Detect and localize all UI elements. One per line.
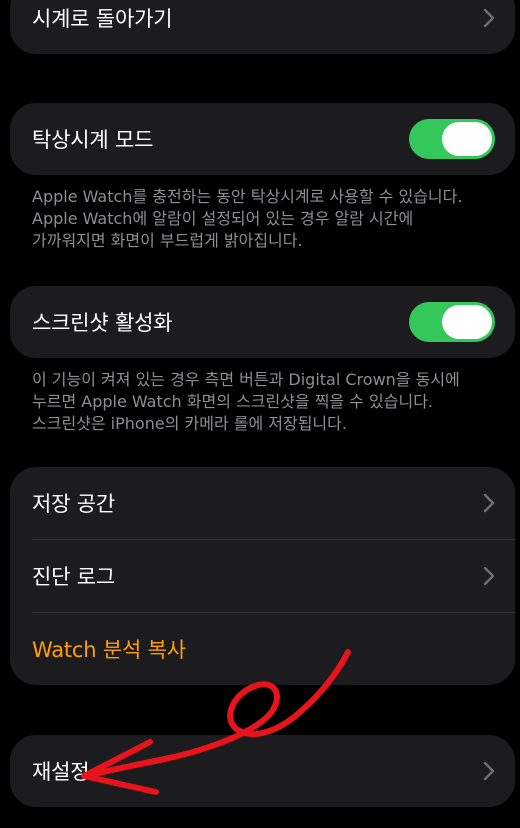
- reset-card: 재설정: [10, 735, 515, 807]
- nightstand-mode-description: Apple Watch를 충전하는 동안 탁상시계로 사용할 수 있습니다. A…: [32, 186, 502, 252]
- enable-screenshot-row: 스크린샷 활성화: [10, 286, 515, 358]
- screenshot-note-line: 이 기능이 켜져 있는 경우 측면 버튼과 Digital Crown을 동시에: [32, 370, 460, 389]
- screenshot-description: 이 기능이 켜져 있는 경우 측면 버튼과 Digital Crown을 동시에…: [32, 369, 502, 435]
- diagnostic-logs-label: 진단 로그: [32, 565, 115, 589]
- back-to-watch-label: 시계로 돌아가기: [32, 7, 173, 31]
- chevron-right-icon: [483, 493, 495, 513]
- nightstand-card: 탁상시계 모드: [10, 103, 515, 175]
- storage-label: 저장 공간: [32, 492, 115, 516]
- enable-screenshot-toggle[interactable]: [409, 302, 495, 342]
- nightstand-note-line: 가까워지면 화면이 부드럽게 밝아집니다.: [32, 231, 303, 250]
- copy-watch-analytics-label: Watch 분석 복사: [32, 638, 186, 662]
- storage-row[interactable]: 저장 공간: [10, 467, 515, 539]
- chevron-right-icon: [483, 566, 495, 586]
- toggle-knob: [442, 122, 492, 156]
- nightstand-mode-toggle[interactable]: [409, 119, 495, 159]
- diagnostic-logs-row[interactable]: 진단 로그: [10, 540, 515, 612]
- reset-label: 재설정: [32, 760, 90, 784]
- reset-row[interactable]: 재설정: [10, 735, 515, 807]
- nightstand-mode-label: 탁상시계 모드: [32, 128, 154, 152]
- enable-screenshot-label: 스크린샷 활성화: [32, 311, 173, 335]
- screenshot-note-line: 누르면 Apple Watch 화면의 스크린샷을 찍을 수 있습니다.: [32, 392, 434, 411]
- back-to-watch-row[interactable]: 시계로 돌아가기: [10, 0, 515, 54]
- storage-group-card: 저장 공간 진단 로그 Watch 분석 복사: [10, 467, 515, 685]
- screenshot-note-line: 스크린샷은 iPhone의 카메라 롤에 저장됩니다.: [32, 414, 347, 433]
- nightstand-mode-row: 탁상시계 모드: [10, 103, 515, 175]
- screenshot-card: 스크린샷 활성화: [10, 286, 515, 358]
- back-to-watch-card: 시계로 돌아가기: [10, 0, 515, 54]
- nightstand-note-line: Apple Watch에 알람이 설정되어 있는 경우 알람 시간에: [32, 209, 414, 228]
- chevron-right-icon: [483, 8, 495, 28]
- nightstand-note-line: Apple Watch를 충전하는 동안 탁상시계로 사용할 수 있습니다.: [32, 187, 463, 206]
- toggle-knob: [442, 305, 492, 339]
- chevron-right-icon: [483, 761, 495, 781]
- copy-watch-analytics-row[interactable]: Watch 분석 복사: [10, 613, 515, 685]
